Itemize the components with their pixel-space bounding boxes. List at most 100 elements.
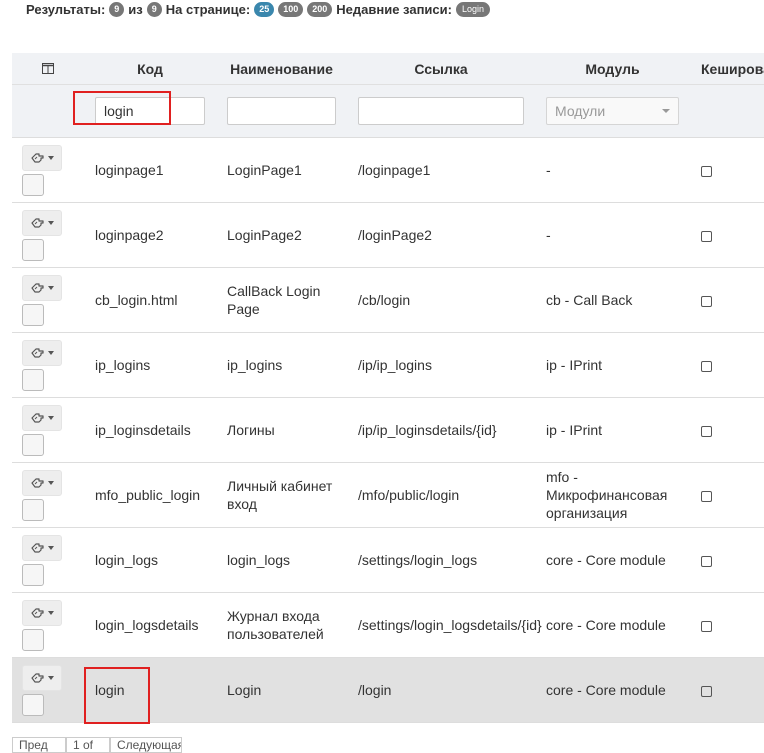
recent-tag-login[interactable]: Login	[455, 1, 490, 17]
row-select-checkbox[interactable]	[22, 368, 44, 391]
cache-checkbox[interactable]	[701, 360, 712, 372]
cell-module: -	[535, 202, 690, 268]
hand-pointer-icon	[31, 477, 44, 488]
cache-checkbox[interactable]	[701, 165, 712, 177]
cell-link: /loginPage2	[347, 202, 535, 268]
cell-cache	[690, 462, 764, 528]
header-module[interactable]: Модуль	[535, 53, 690, 85]
header-name[interactable]: Наименование	[216, 53, 347, 85]
row-select-checkbox[interactable]	[22, 563, 44, 586]
results-total-badge: 9	[146, 1, 162, 17]
row-actions-button[interactable]	[22, 274, 62, 301]
filter-cache-cell	[690, 84, 764, 138]
per-page-100[interactable]: 100	[278, 1, 304, 17]
cache-checkbox[interactable]	[701, 295, 712, 307]
cell-code: login_logs	[84, 527, 216, 593]
cache-checkbox[interactable]	[701, 685, 712, 697]
cache-checkbox[interactable]	[701, 425, 712, 437]
header-code[interactable]: Код	[84, 53, 216, 85]
cell-name: Журнал входа пользователей	[216, 592, 347, 658]
cache-checkbox[interactable]	[701, 620, 712, 632]
row-controls	[12, 527, 84, 593]
caret-down-icon	[48, 350, 54, 355]
recent-label: Недавние записи:	[336, 1, 452, 17]
code-filter-input[interactable]	[95, 97, 205, 125]
table-row[interactable]: login_logsdetails Журнал входа пользовате…	[12, 592, 764, 658]
cell-code: cb_login.html	[84, 267, 216, 333]
row-controls	[12, 462, 84, 528]
module-filter-select[interactable]: Модули	[546, 97, 679, 125]
cell-code: ip_logins	[84, 332, 216, 398]
columns-icon[interactable]	[42, 62, 54, 74]
pagination: Пред 1 of 1 Следующая	[12, 737, 182, 753]
row-controls	[12, 202, 84, 268]
table-row[interactable]: ip_logins ip_logins/ip/ip_logins ip - IPri…	[12, 332, 764, 398]
row-select-checkbox[interactable]	[22, 433, 44, 456]
cell-link: /cb/login	[347, 267, 535, 333]
pages-table: Код Наименование Ссылка Модуль Кеширован…	[12, 53, 764, 723]
table-row[interactable]: login Login/login core - Core module	[12, 657, 764, 723]
row-actions-button[interactable]	[22, 599, 62, 626]
cell-link: /loginpage1	[347, 137, 535, 203]
table-row[interactable]: cb_login.html CallBack Login Page/cb/logi…	[12, 267, 764, 333]
table-row[interactable]: login_logs login_logs/settings/login_logs…	[12, 527, 764, 593]
cell-code: loginpage2	[84, 202, 216, 268]
cell-name: LoginPage1	[216, 137, 347, 203]
cell-module: mfo - Микрофинансовая организация	[535, 462, 690, 528]
table-row[interactable]: loginpage1 LoginPage1/loginpage1-	[12, 137, 764, 203]
caret-down-icon	[48, 220, 54, 225]
name-filter-input[interactable]	[227, 97, 336, 125]
caret-down-icon	[48, 610, 54, 615]
pager-next[interactable]: Следующая	[110, 737, 182, 753]
table-row[interactable]: mfo_public_login Личный кабинет вход/mfo/…	[12, 462, 764, 528]
cache-checkbox[interactable]	[701, 555, 712, 567]
row-select-checkbox[interactable]	[22, 303, 44, 326]
row-actions-button[interactable]	[22, 469, 62, 496]
filter-link-cell	[347, 84, 535, 138]
row-actions-button[interactable]	[22, 209, 62, 236]
row-actions-button[interactable]	[22, 404, 62, 431]
row-controls	[12, 592, 84, 658]
cell-code: ip_loginsdetails	[84, 397, 216, 463]
hand-pointer-icon	[31, 152, 44, 163]
row-actions-button[interactable]	[22, 144, 62, 171]
cell-module: cb - Call Back	[535, 267, 690, 333]
cell-name: Login	[216, 657, 347, 723]
caret-down-icon	[48, 285, 54, 290]
header-link[interactable]: Ссылка	[347, 53, 535, 85]
cache-checkbox[interactable]	[701, 230, 712, 242]
row-actions-button[interactable]	[22, 534, 62, 561]
cache-checkbox[interactable]	[701, 490, 712, 502]
header-cache[interactable]: Кеширование	[690, 53, 764, 85]
row-select-checkbox[interactable]	[22, 238, 44, 261]
row-select-checkbox[interactable]	[22, 628, 44, 651]
filter-row: Модули	[12, 84, 764, 138]
row-actions-button[interactable]	[22, 664, 62, 691]
row-select-checkbox[interactable]	[22, 498, 44, 521]
of-label: из	[128, 1, 143, 17]
hand-pointer-icon	[31, 607, 44, 618]
table-row[interactable]: loginpage2 LoginPage2/loginPage2-	[12, 202, 764, 268]
cell-link: /settings/login_logs	[347, 527, 535, 593]
table-row[interactable]: ip_loginsdetails Логины/ip/ip_loginsdetai…	[12, 397, 764, 463]
row-controls	[12, 267, 84, 333]
per-page-200[interactable]: 200	[307, 1, 333, 17]
chevron-down-icon	[662, 109, 670, 113]
row-select-checkbox[interactable]	[22, 173, 44, 196]
columns-toggle[interactable]	[12, 53, 84, 85]
row-actions-button[interactable]	[22, 339, 62, 366]
cell-code: login	[84, 657, 216, 723]
pager-prev[interactable]: Пред	[12, 737, 66, 753]
cell-code: mfo_public_login	[84, 462, 216, 528]
row-select-checkbox[interactable]	[22, 693, 44, 716]
caret-down-icon	[48, 545, 54, 550]
cell-cache	[690, 267, 764, 333]
per-page-25[interactable]: 25	[254, 1, 275, 17]
cell-cache	[690, 592, 764, 658]
results-summary: Результаты: 9 из 9 На странице: 25 100 2…	[26, 0, 494, 18]
hand-pointer-icon	[31, 542, 44, 553]
cell-link: /ip/ip_loginsdetails/{id}	[347, 397, 535, 463]
cell-code: loginpage1	[84, 137, 216, 203]
cell-module: core - Core module	[535, 657, 690, 723]
link-filter-input[interactable]	[358, 97, 524, 125]
